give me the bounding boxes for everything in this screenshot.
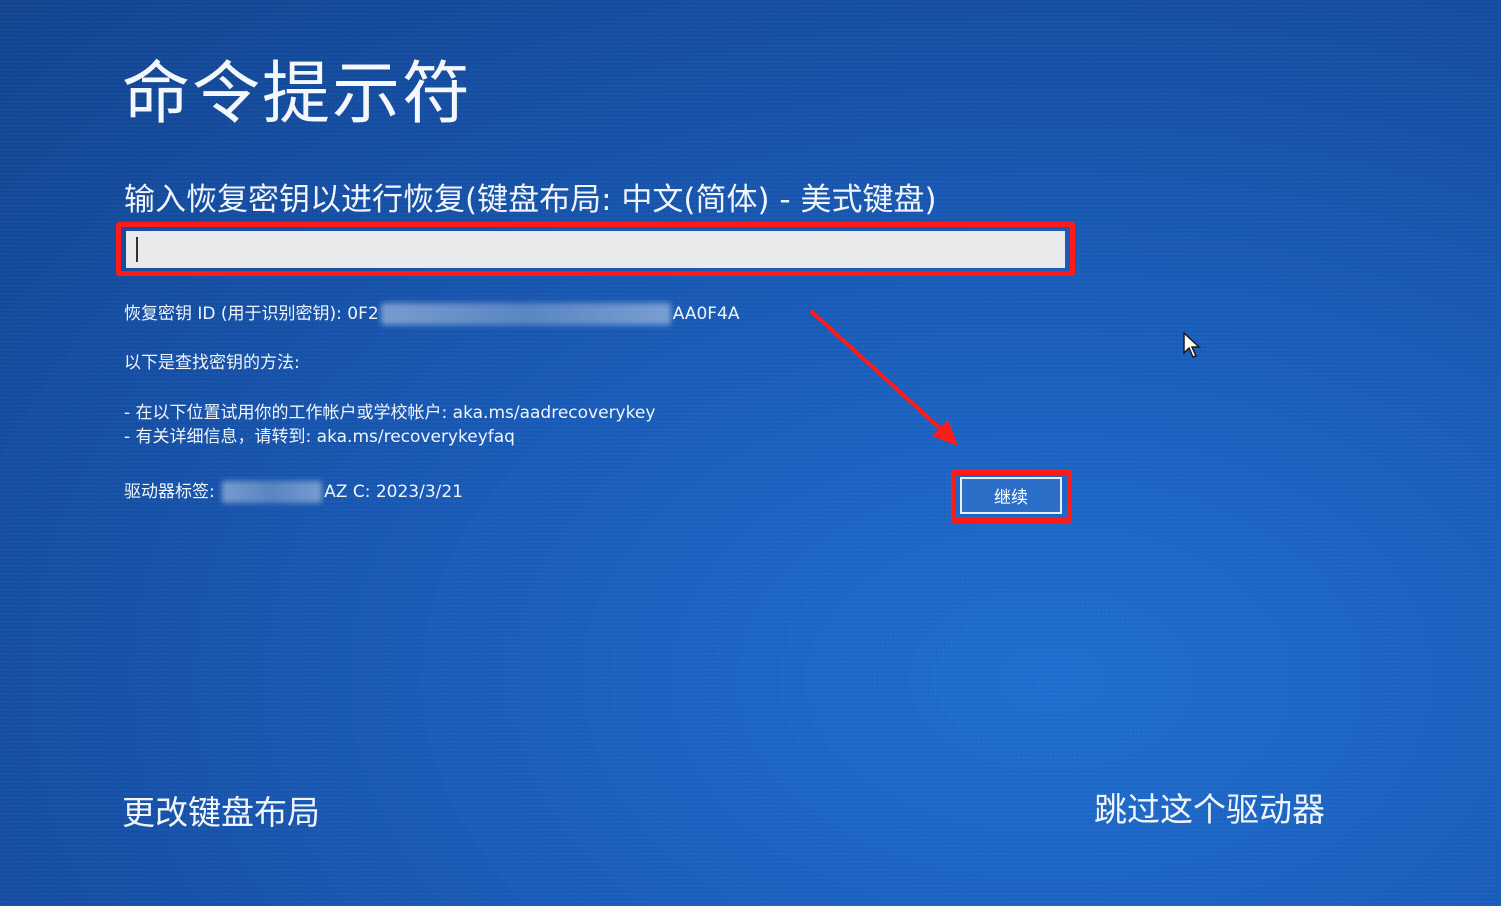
drive-label-suffix: AZ C: 2023/3/21 [324,482,463,502]
drive-label-prefix: 驱动器标签: [124,482,221,502]
recovery-key-prompt: 输入恢复密钥以进行恢复(键盘布局: 中文(简体) - 美式键盘) [124,182,937,218]
skip-drive-link[interactable]: 跳过这个驱动器 [1094,783,1325,831]
help-line-faq: - 有关详细信息，请转到: aka.ms/recoverykeyfaq [124,427,515,447]
key-id-prefix: 恢复密钥 ID (用于识别密钥): 0F2 [124,304,379,324]
recovery-key-id: 恢复密钥 ID (用于识别密钥): 0F2 AA0F4A [124,299,740,325]
key-id-suffix: AA0F4A [672,304,740,324]
redacted-drive-label [222,481,323,503]
mouse-pointer-icon [1183,332,1201,358]
page-title: 命令提示符 [122,55,473,134]
continue-button[interactable]: 继续 [960,477,1062,514]
recovery-key-input[interactable] [126,231,1065,268]
help-line-work-account: - 在以下位置试用你的工作帐户或学校帐户: aka.ms/aadrecovery… [124,403,656,423]
help-heading: 以下是查找密钥的方法: [124,353,300,373]
drive-label: 驱动器标签: AZ C: 2023/3/21 [124,477,463,503]
text-caret [136,237,138,262]
redacted-key-id [380,303,671,325]
change-keyboard-layout-link[interactable]: 更改键盘布局 [122,786,320,834]
